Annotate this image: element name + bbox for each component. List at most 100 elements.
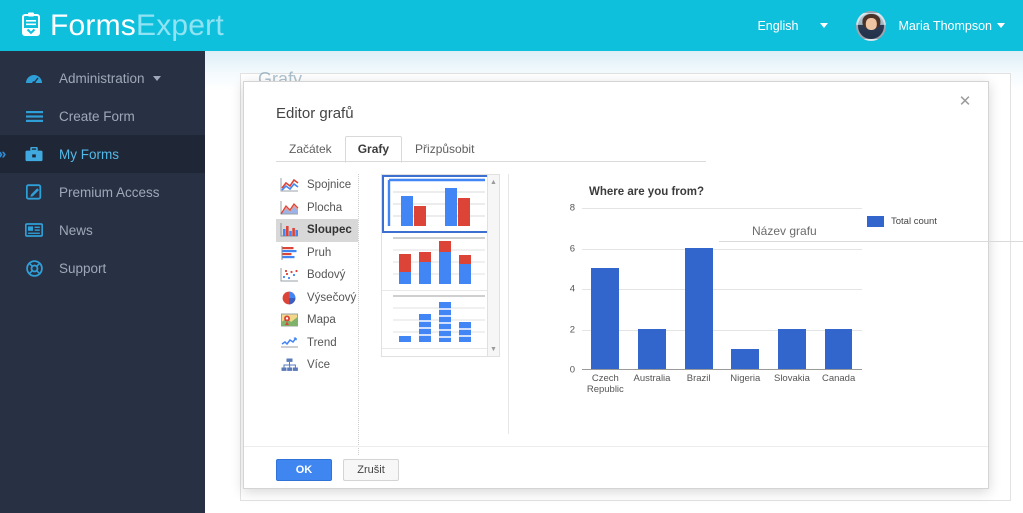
modal-title: Editor grafů: [276, 105, 354, 122]
collapse-double-chevron-icon[interactable]: »: [0, 146, 7, 163]
y-tick-label: 0: [569, 364, 575, 376]
bar-group: [676, 248, 721, 369]
chart-type-plocha[interactable]: Plocha: [276, 197, 358, 220]
sidebar-item-label: Support: [59, 260, 107, 276]
chart-type-label: Plocha: [307, 201, 343, 214]
username-label: Maria Thompson: [898, 18, 992, 33]
edit-pencil-icon: [23, 182, 45, 202]
briefcase-icon: [23, 144, 45, 164]
bar[interactable]: [684, 248, 713, 369]
sidebar-item-label: Premium Access: [59, 184, 160, 200]
chart-editor-modal: ✕ Editor grafů Začátek Grafy Přizpůsobit…: [243, 81, 1023, 489]
chart-variant-thumbnails: [381, 174, 492, 357]
bar[interactable]: [824, 328, 853, 369]
chart-type-mapa[interactable]: Mapa: [276, 309, 358, 332]
area-chart-icon: [280, 200, 299, 216]
chevron-down-icon: [997, 23, 1005, 28]
org-chart-more-icon: [280, 357, 299, 373]
sidebar-item-label: Create Form: [59, 108, 135, 124]
tab-grafy[interactable]: Grafy: [344, 136, 403, 163]
dashboard-gauge-icon: [23, 68, 45, 88]
chart-bars: [582, 208, 862, 369]
thumbnails-scrollbar[interactable]: ▲ ▼: [487, 174, 500, 357]
chart-legend: Total count: [867, 216, 937, 227]
chart-type-trend[interactable]: Trend: [276, 332, 358, 355]
chart-type-label: Sloupec: [307, 224, 352, 237]
grouped-column-thumbnail[interactable]: [382, 175, 491, 233]
sidebar-navigation: Administration Create Form »: [0, 51, 205, 513]
chart-title: Where are you from?: [589, 186, 705, 198]
chart-type-sloupec[interactable]: Sloupec: [276, 219, 358, 242]
tab-zacatek[interactable]: Začátek: [276, 136, 345, 163]
language-selector[interactable]: English: [751, 15, 834, 37]
column-chart-icon: [280, 222, 299, 238]
bar-group: [816, 328, 861, 369]
top-header-bar: Forms Expert English Maria Thompson: [0, 0, 1023, 51]
bar-group: [723, 348, 768, 369]
bar[interactable]: [591, 268, 620, 369]
chart-type-label: Bodový: [307, 269, 346, 282]
sidebar-item-label: News: [59, 222, 93, 238]
scatter-chart-icon: [280, 267, 299, 283]
bar[interactable]: [731, 348, 760, 369]
stacked-column-thumbnail[interactable]: [382, 233, 491, 291]
avatar[interactable]: [856, 10, 887, 41]
x-tick-label: Brazil: [686, 373, 711, 384]
sidebar-item-my-forms[interactable]: » My Forms: [0, 135, 205, 173]
x-tick-label: Canada: [821, 373, 856, 384]
trend-chart-icon: [280, 335, 299, 351]
bar-group: [630, 328, 675, 369]
chart-preview-pane: Where are you from? 8 6 4 2 0 Czech Repu…: [508, 174, 951, 434]
bar-chart-icon: [280, 245, 299, 261]
language-label: English: [757, 18, 799, 33]
sidebar-item-premium-access[interactable]: Premium Access: [0, 173, 205, 211]
modal-tab-bar: Začátek Grafy Přizpůsobit: [276, 136, 706, 163]
chart-type-pruh[interactable]: Pruh: [276, 242, 358, 265]
y-tick-label: 8: [569, 202, 575, 214]
scroll-up-icon[interactable]: ▲: [488, 176, 499, 188]
cancel-button[interactable]: Zrušit: [343, 459, 399, 481]
bar[interactable]: [778, 328, 806, 369]
footer-divider: [244, 446, 988, 447]
tab-prizpusobit[interactable]: Přizpůsobit: [402, 136, 487, 163]
chart-type-vysecovy[interactable]: Výsečový: [276, 287, 358, 310]
chart-type-list: Spojnice Plocha Sloupec Pruh Bodový Výse…: [276, 174, 359, 455]
bar-group: [770, 328, 815, 369]
chart-type-bodovy[interactable]: Bodový: [276, 264, 358, 287]
sidebar-item-label: My Forms: [59, 146, 119, 162]
chart-type-label: Výsečový: [307, 291, 357, 304]
tabs-divider: [276, 161, 706, 162]
chart-type-vice[interactable]: Více: [276, 354, 358, 377]
brand-logo[interactable]: Forms Expert: [18, 0, 224, 51]
sidebar-item-support[interactable]: Support: [0, 249, 205, 287]
chart-plot-area: 8 6 4 2 0: [570, 203, 862, 376]
chevron-down-icon: [820, 23, 829, 28]
x-tick-label: Australia: [633, 373, 671, 384]
chart-type-spojnice[interactable]: Spojnice: [276, 174, 358, 197]
ok-button[interactable]: OK: [276, 459, 332, 481]
pie-chart-icon: [280, 290, 299, 306]
scroll-down-icon[interactable]: ▼: [488, 343, 499, 355]
close-icon[interactable]: ✕: [955, 91, 975, 111]
sidebar-item-create-form[interactable]: Create Form: [0, 97, 205, 135]
user-menu[interactable]: Maria Thompson: [898, 19, 1005, 33]
sidebar-item-label: Administration: [59, 70, 145, 86]
x-tick-label: Czech Republic: [586, 373, 624, 395]
percent-stacked-column-thumbnail[interactable]: [382, 291, 491, 349]
bar-group: [583, 268, 628, 369]
chart-type-label: Pruh: [307, 246, 332, 259]
application-window: Forms Expert English Maria Thompson Admi…: [0, 0, 1023, 513]
chart-type-label: Více: [307, 359, 331, 372]
brand-primary-text: Forms: [50, 8, 136, 42]
sidebar-item-administration[interactable]: Administration: [0, 59, 205, 97]
newspaper-icon: [23, 220, 45, 240]
bar[interactable]: [638, 328, 666, 369]
sidebar-item-news[interactable]: News: [0, 211, 205, 249]
lifebuoy-icon: [23, 258, 45, 278]
chart-type-label: Mapa: [307, 314, 336, 327]
x-axis-line: [582, 369, 862, 370]
y-tick-label: 6: [569, 243, 575, 254]
y-tick-label: 4: [569, 283, 575, 295]
map-chart-icon: [280, 312, 299, 328]
hamburger-list-icon: [23, 106, 45, 126]
